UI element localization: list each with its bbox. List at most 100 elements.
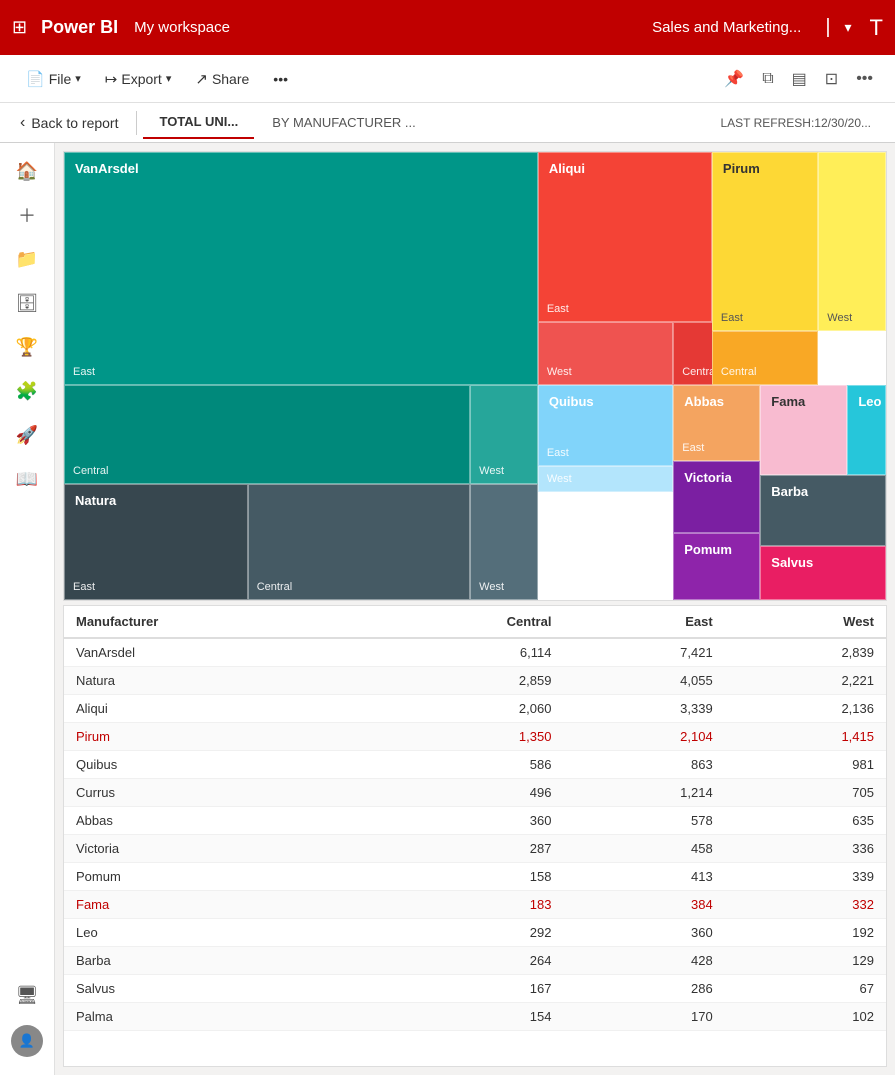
more-icon[interactable]: ••• [850, 64, 879, 94]
cell-east: 170 [563, 1003, 724, 1031]
treemap-cell-salvus[interactable]: Salvus [760, 546, 886, 600]
more-options-button[interactable]: ••• [263, 65, 298, 93]
treemap-cell-west[interactable]: West [470, 385, 538, 484]
treemap-cell-west[interactable]: West [818, 152, 886, 331]
treemap: VanArsdelEastCentralWestAliquiEastWestCe… [64, 152, 886, 600]
treemap-cell-central[interactable]: Central [248, 484, 470, 600]
cell-manufacturer: Aliqui [64, 695, 367, 723]
treemap-cell-pirum[interactable]: PirumEast [712, 152, 818, 331]
data-table: Manufacturer Central East West VanArsdel… [64, 606, 886, 1031]
cell-central: 360 [367, 807, 563, 835]
table-row: Natura 2,859 4,055 2,221 [64, 667, 886, 695]
action-bar-divider [136, 111, 137, 135]
sidebar-item-home[interactable]: 🏠 [9, 153, 45, 189]
treemap-cell-vanarsdel[interactable]: VanArsdelEast [64, 152, 538, 385]
table-row: Abbas 360 578 635 [64, 807, 886, 835]
cell-central: 496 [367, 779, 563, 807]
cell-west: 192 [725, 919, 886, 947]
table-row: Leo 292 360 192 [64, 919, 886, 947]
back-arrow-icon: ‹ [20, 114, 25, 132]
sidebar-item-book[interactable]: 📖 [9, 461, 45, 497]
cell-east: 413 [563, 863, 724, 891]
share-icon: ↗ [195, 70, 208, 88]
copy-icon[interactable]: ⧉ [756, 64, 779, 94]
cell-east: 384 [563, 891, 724, 919]
cell-central: 183 [367, 891, 563, 919]
cell-west: 102 [725, 1003, 886, 1031]
filter-icon[interactable]: ▤ [786, 63, 813, 95]
sidebar: 🏠 ＋ 📁 🗄 🏆 🧩 🚀 📖 🖥 👤 [0, 143, 55, 1075]
sidebar-item-apps[interactable]: 🧩 [9, 373, 45, 409]
cell-manufacturer: Abbas [64, 807, 367, 835]
share-button[interactable]: ↗ Share [185, 64, 259, 94]
cell-west: 332 [725, 891, 886, 919]
treemap-cell-fama[interactable]: Fama [760, 385, 847, 475]
cell-manufacturer: Palma [64, 1003, 367, 1031]
avatar[interactable]: 👤 [11, 1025, 43, 1057]
treemap-cell-natura[interactable]: NaturaEast [64, 484, 248, 600]
cell-central: 2,859 [367, 667, 563, 695]
back-to-report-button[interactable]: ‹ Back to report [8, 110, 130, 136]
table-row: Aliqui 2,060 3,339 2,136 [64, 695, 886, 723]
cell-east: 428 [563, 947, 724, 975]
cell-west: 705 [725, 779, 886, 807]
sidebar-item-data[interactable]: 🗄 [9, 285, 45, 321]
title-dropdown-icon[interactable]: ▾ [845, 19, 852, 36]
treemap-cell-west[interactable]: West [470, 484, 538, 600]
report-title: Sales and Marketing... [652, 19, 801, 36]
cell-central: 158 [367, 863, 563, 891]
workspace-name[interactable]: My workspace [134, 19, 230, 36]
treemap-cell-central[interactable]: Central [712, 331, 818, 385]
cell-central: 2,060 [367, 695, 563, 723]
treemap-cell-quibus[interactable]: QuibusEast [538, 385, 673, 466]
cell-manufacturer: Salvus [64, 975, 367, 1003]
sidebar-item-monitor[interactable]: 🖥 [9, 977, 45, 1013]
export-icon: ↦ [105, 70, 118, 88]
table-row: Barba 264 428 129 [64, 947, 886, 975]
table-header-row: Manufacturer Central East West [64, 606, 886, 638]
treemap-cell-abbas[interactable]: AbbasEast [673, 385, 760, 461]
tab-by-manufacturer[interactable]: BY MANUFACTURER ... [256, 107, 432, 138]
cell-manufacturer: Barba [64, 947, 367, 975]
file-button[interactable]: 📄 File ▾ [16, 64, 91, 94]
sidebar-item-browse[interactable]: 📁 [9, 241, 45, 277]
treemap-cell-barba[interactable]: Barba [760, 475, 886, 547]
cell-west: 635 [725, 807, 886, 835]
toolbar-right-icons: 📌 ⧉ ▤ ⊡ ••• [718, 63, 879, 95]
treemap-cell-victoria[interactable]: Victoria [673, 461, 760, 533]
sidebar-item-learn[interactable]: 🚀 [9, 417, 45, 453]
cell-central: 1,350 [367, 723, 563, 751]
tab-total-units[interactable]: TOTAL UNI... [143, 106, 254, 139]
cell-east: 2,104 [563, 723, 724, 751]
pipe-separator: | [825, 16, 830, 39]
refresh-info: LAST REFRESH:12/30/20... [720, 116, 887, 130]
pin-icon[interactable]: 📌 [718, 63, 750, 95]
sidebar-item-goals[interactable]: 🏆 [9, 329, 45, 365]
treemap-cell-aliqui[interactable]: AliquiEast [538, 152, 712, 322]
sidebar-bottom: 🖥 👤 [9, 977, 45, 1065]
cell-central: 264 [367, 947, 563, 975]
focus-icon[interactable]: ⊡ [819, 63, 844, 95]
action-bar: ‹ Back to report TOTAL UNI... BY MANUFAC… [0, 103, 895, 143]
cell-central: 154 [367, 1003, 563, 1031]
cell-manufacturer: Victoria [64, 835, 367, 863]
cell-manufacturer: Leo [64, 919, 367, 947]
cell-east: 3,339 [563, 695, 724, 723]
treemap-cell-leo[interactable]: Leo [847, 385, 886, 475]
table-row: Fama 183 384 332 [64, 891, 886, 919]
cell-manufacturer: Pomum [64, 863, 367, 891]
treemap-cell-pomum[interactable]: Pomum [673, 533, 760, 600]
treemap-cell-central[interactable]: Central [64, 385, 470, 484]
table-row: Victoria 287 458 336 [64, 835, 886, 863]
sidebar-item-create[interactable]: ＋ [9, 197, 45, 233]
top-right-icon: T [870, 15, 883, 41]
col-manufacturer: Manufacturer [64, 606, 367, 638]
table-row: Pomum 158 413 339 [64, 863, 886, 891]
table-row: Pirum 1,350 2,104 1,415 [64, 723, 886, 751]
grid-icon[interactable]: ⊞ [12, 17, 27, 38]
cell-west: 2,136 [725, 695, 886, 723]
export-button[interactable]: ↦ Export ▾ [95, 64, 182, 94]
table-row: Currus 496 1,214 705 [64, 779, 886, 807]
treemap-cell-west[interactable]: West [538, 322, 673, 385]
treemap-cell-west[interactable]: West [538, 466, 673, 493]
